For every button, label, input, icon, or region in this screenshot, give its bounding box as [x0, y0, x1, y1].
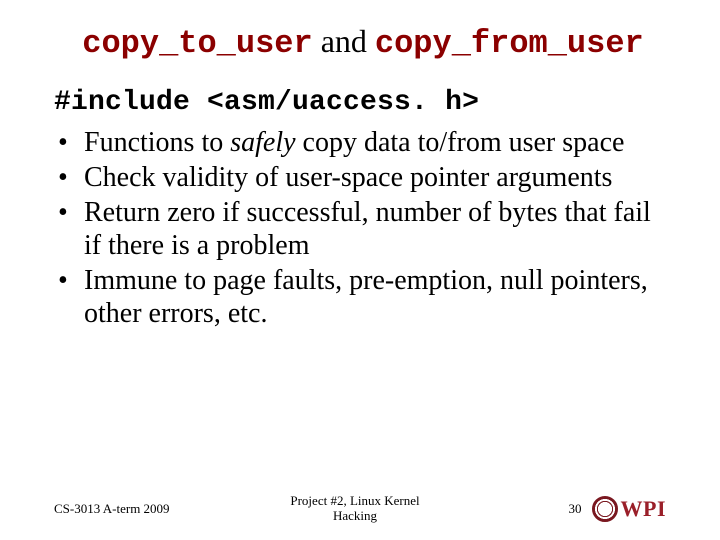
bullet-text-post: copy data to/from user space	[296, 127, 625, 158]
title-and: and	[313, 23, 375, 59]
slide-footer: CS-3013 A-term 2009 Project #2, Linux Ke…	[0, 494, 720, 524]
include-directive: #include <asm/uaccess. h>	[54, 87, 672, 118]
bullet-list: Functions to safely copy data to/from us…	[54, 126, 672, 330]
bullet-text-pre: Immune to page faults, pre-emption, null…	[84, 265, 648, 329]
bullet-item: Return zero if successful, number of byt…	[54, 196, 672, 262]
footer-center-line1: Project #2, Linux Kernel	[244, 494, 466, 509]
wpi-logo: WPI	[592, 496, 667, 522]
slide: copy_to_user and copy_from_user #include…	[0, 0, 720, 540]
title-fn2: copy_from_user	[375, 25, 644, 62]
bullet-text-em: safely	[230, 127, 295, 158]
bullet-text-pre: Functions to	[84, 127, 230, 158]
footer-right: 30 WPI	[466, 496, 666, 522]
title-fn1: copy_to_user	[82, 25, 312, 62]
bullet-item: Functions to safely copy data to/from us…	[54, 126, 672, 159]
bullet-item: Check validity of user-space pointer arg…	[54, 161, 672, 194]
wpi-seal-icon	[592, 496, 618, 522]
bullet-text-pre: Return zero if successful, number of byt…	[84, 197, 651, 261]
slide-title: copy_to_user and copy_from_user	[54, 24, 672, 61]
wpi-logo-text: WPI	[621, 496, 667, 522]
footer-left: CS-3013 A-term 2009	[54, 501, 244, 517]
footer-center-line2: Hacking	[244, 509, 466, 524]
page-number: 30	[569, 501, 582, 517]
footer-center: Project #2, Linux Kernel Hacking	[244, 494, 466, 524]
bullet-text-pre: Check validity of user-space pointer arg…	[84, 162, 612, 193]
bullet-item: Immune to page faults, pre-emption, null…	[54, 264, 672, 330]
